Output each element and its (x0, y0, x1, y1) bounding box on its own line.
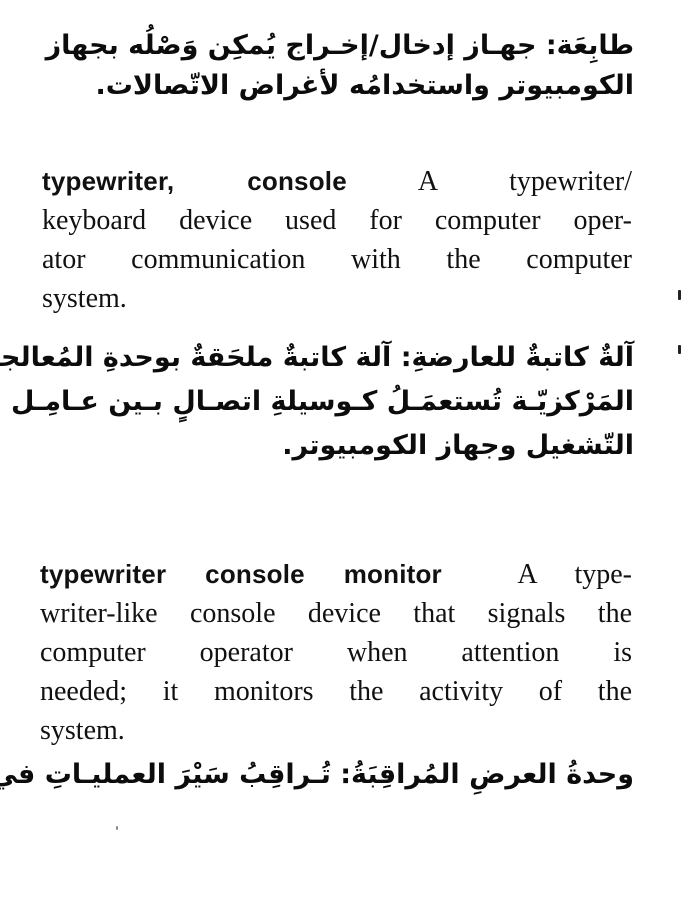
definition-line: needed; it monitors the activity of the (40, 676, 632, 707)
definition-line: system. (40, 715, 125, 746)
arabic-line: وحدةُ العرضِ المُراقِبَةُ: تُـراقِبُ سَي… (0, 759, 634, 790)
definition-line: typewriter console monitor A type- (40, 555, 632, 594)
definition-line: typewriter, console A typewriter/ (42, 162, 632, 201)
arabic-definition-printer: طابِعَة: جهـاز إدخال/إخـراج يُمكِن وَصْل… (34, 26, 634, 106)
scan-artifact (116, 826, 118, 830)
definition-start: A type- (517, 559, 632, 590)
arabic-line: التّشغيل وجهاز الكومبيوتر. (282, 430, 634, 461)
entry-typewriter-console: typewriter, console A typewriter/ keyboa… (42, 162, 632, 318)
dictionary-page: طابِعَة: جهـاز إدخال/إخـراج يُمكِن وَصْل… (0, 0, 682, 900)
definition-line: system. (42, 283, 127, 314)
definition-line: keyboard device used for computer oper- (42, 205, 632, 236)
entry-term: typewriter, console (42, 166, 347, 196)
definition-line: ator communication with the computer (42, 244, 632, 275)
entry-term: typewriter console monitor (40, 559, 442, 589)
scan-artifact (678, 345, 681, 354)
arabic-translation-typewriter-console-monitor: وحدةُ العرضِ المُراقِبَةُ: تُـراقِبُ سَي… (0, 755, 634, 795)
entry-typewriter-console-monitor: typewriter console monitor A type- write… (40, 555, 632, 750)
arabic-line: الكومبيوتر واستخدامُه لأغراض الاتّصالات. (95, 70, 634, 101)
definition-line: writer-like console device that signals … (40, 598, 632, 629)
arabic-line: المَرْكزيّـة تُستعمَـلُ كـوسيلةِ اتصـالٍ… (11, 386, 634, 417)
scan-artifact (678, 290, 681, 300)
definition-start: A typewriter/ (417, 166, 632, 197)
arabic-line: آلةٌ كاتبةٌ للعارضةِ: آلة كاتبةٌ ملحَقةٌ… (0, 342, 634, 373)
arabic-line: طابِعَة: جهـاز إدخال/إخـراج يُمكِن وَصْل… (45, 30, 634, 61)
arabic-translation-typewriter-console: آلةٌ كاتبةٌ للعارضةِ: آلة كاتبةٌ ملحَقةٌ… (0, 336, 634, 468)
definition-line: computer operator when attention is (40, 637, 632, 668)
